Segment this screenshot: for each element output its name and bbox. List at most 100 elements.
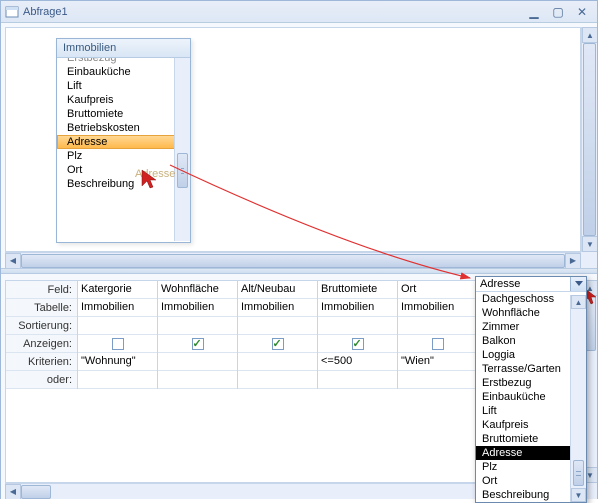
grid-cell[interactable] (398, 317, 477, 335)
field-item[interactable]: Ort (57, 163, 190, 177)
grid-cell[interactable] (238, 371, 317, 389)
grid-cell[interactable] (318, 317, 397, 335)
grid-cell[interactable]: Immobilien (78, 299, 157, 317)
close-button[interactable]: ✕ (571, 4, 593, 20)
scroll-down-button[interactable]: ▼ (571, 488, 586, 502)
chevron-down-icon (575, 281, 583, 287)
dropdown-option[interactable]: Erstbezug (476, 376, 570, 390)
scroll-thumb[interactable] (583, 43, 596, 236)
field-item[interactable]: Betriebskosten (57, 121, 190, 135)
field-items: ErstbezugEinbaukücheLiftKaufpreisBruttom… (57, 58, 190, 192)
upper-hscroll[interactable]: ◀ ▶ (5, 252, 581, 268)
dropdown-option[interactable]: Dachgeschoss (476, 292, 570, 306)
dropdown-option[interactable]: Beschreibung (476, 488, 570, 502)
field-item[interactable]: Erstbezug (57, 58, 190, 65)
dropdown-option[interactable]: Wohnfläche (476, 306, 570, 320)
grid-cell[interactable] (318, 335, 397, 353)
grid-cell[interactable] (78, 371, 157, 389)
window-title: Abfrage1 (23, 6, 68, 18)
grid-cell[interactable] (158, 317, 237, 335)
field-item[interactable]: Lift (57, 79, 190, 93)
titlebar[interactable]: Abfrage1 ▁ ▢ ✕ (1, 1, 597, 23)
grid-cell[interactable]: Immobilien (238, 299, 317, 317)
dropdown-option[interactable]: Adresse (476, 446, 570, 460)
scroll-thumb[interactable] (573, 460, 584, 486)
scroll-thumb[interactable] (21, 254, 565, 268)
minimize-button[interactable]: ▁ (523, 4, 545, 20)
dropdown-option[interactable]: Kaufpreis (476, 418, 570, 432)
field-item[interactable]: Einbauküche (57, 65, 190, 79)
grid-cell[interactable]: Wohnfläche (158, 281, 237, 299)
grid-cell[interactable]: Alt/Neubau (238, 281, 317, 299)
grid-cell[interactable] (158, 371, 237, 389)
dropdown-value-cell[interactable]: Adresse (476, 277, 586, 292)
show-checkbox[interactable] (192, 338, 204, 350)
dropdown-option[interactable]: Ort (476, 474, 570, 488)
show-checkbox[interactable] (352, 338, 364, 350)
dropdown-option[interactable]: Lift (476, 404, 570, 418)
label-show: Anzeigen: (6, 335, 77, 353)
grid-cell[interactable] (158, 335, 237, 353)
grid-column: WohnflächeImmobilien (158, 281, 238, 389)
label-or: oder: (6, 371, 77, 389)
scroll-down-button[interactable]: ▼ (582, 236, 597, 252)
grid-cell[interactable] (398, 335, 477, 353)
grid-cell[interactable] (238, 317, 317, 335)
dropdown-option[interactable]: Zimmer (476, 320, 570, 334)
scroll-up-button[interactable]: ▲ (582, 27, 597, 43)
grid-cell[interactable] (238, 353, 317, 371)
label-sort: Sortierung: (6, 317, 77, 335)
scroll-thumb[interactable] (21, 485, 51, 499)
grid-cell[interactable] (158, 353, 237, 371)
annotation-cursor-source (140, 168, 160, 192)
field-dropdown[interactable]: Adresse DachgeschossWohnflächeZimmerBalk… (475, 276, 587, 503)
field-item[interactable]: Plz (57, 149, 190, 163)
maximize-button[interactable]: ▢ (547, 4, 569, 20)
show-checkbox[interactable] (432, 338, 444, 350)
grid-cell[interactable]: Immobilien (318, 299, 397, 317)
upper-vscroll[interactable]: ▲ ▼ (581, 27, 597, 252)
grid-cell[interactable] (398, 371, 477, 389)
grid-cell[interactable]: Katergorie (78, 281, 157, 299)
grid-cell[interactable] (78, 335, 157, 353)
dropdown-button[interactable] (570, 277, 586, 291)
scroll-right-button[interactable]: ▶ (565, 253, 581, 269)
table-fieldlist[interactable]: Immobilien ErstbezugEinbaukücheLiftKaufp… (56, 38, 191, 243)
grid-column: Alt/NeubauImmobilien (238, 281, 318, 389)
grid-cell[interactable] (78, 317, 157, 335)
field-item[interactable]: Adresse (57, 135, 190, 149)
grid-cell[interactable]: Immobilien (158, 299, 237, 317)
dropdown-option[interactable]: Loggia (476, 348, 570, 362)
grid-cell[interactable]: <=500 (318, 353, 397, 371)
dropdown-scrollbar[interactable]: ▲ ▼ (570, 295, 586, 502)
label-field: Feld: (6, 281, 77, 299)
dropdown-option[interactable]: Balkon (476, 334, 570, 348)
table-title[interactable]: Immobilien (57, 39, 190, 58)
field-item[interactable]: Beschreibung (57, 177, 190, 191)
label-table: Tabelle: (6, 299, 77, 317)
tables-canvas[interactable]: Immobilien ErstbezugEinbaukücheLiftKaufp… (5, 27, 581, 252)
fieldlist-scrollbar[interactable] (174, 58, 190, 241)
scrollbar-thumb[interactable] (177, 153, 188, 188)
scroll-left-button[interactable]: ◀ (5, 253, 21, 269)
grid-cell[interactable]: "Wohnung" (78, 353, 157, 371)
dropdown-option[interactable]: Bruttomiete (476, 432, 570, 446)
dropdown-option[interactable]: Einbauküche (476, 390, 570, 404)
label-criteria: Kriterien: (6, 353, 77, 371)
dropdown-option[interactable]: Plz (476, 460, 570, 474)
grid-cell[interactable]: Ort (398, 281, 477, 299)
grid-cell[interactable]: Immobilien (398, 299, 477, 317)
grid-cell[interactable]: Bruttomiete (318, 281, 397, 299)
show-checkbox[interactable] (112, 338, 124, 350)
field-item[interactable]: Kaufpreis (57, 93, 190, 107)
dropdown-option[interactable]: Terrasse/Garten (476, 362, 570, 376)
scroll-left-button[interactable]: ◀ (5, 484, 21, 500)
grid-column: BruttomieteImmobilien <=500 (318, 281, 398, 389)
scroll-up-button[interactable]: ▲ (571, 295, 586, 309)
grid-cell[interactable] (318, 371, 397, 389)
field-item[interactable]: Bruttomiete (57, 107, 190, 121)
show-checkbox[interactable] (272, 338, 284, 350)
tables-pane: Immobilien ErstbezugEinbaukücheLiftKaufp… (1, 23, 597, 268)
grid-cell[interactable]: "Wien" (398, 353, 477, 371)
grid-cell[interactable] (238, 335, 317, 353)
